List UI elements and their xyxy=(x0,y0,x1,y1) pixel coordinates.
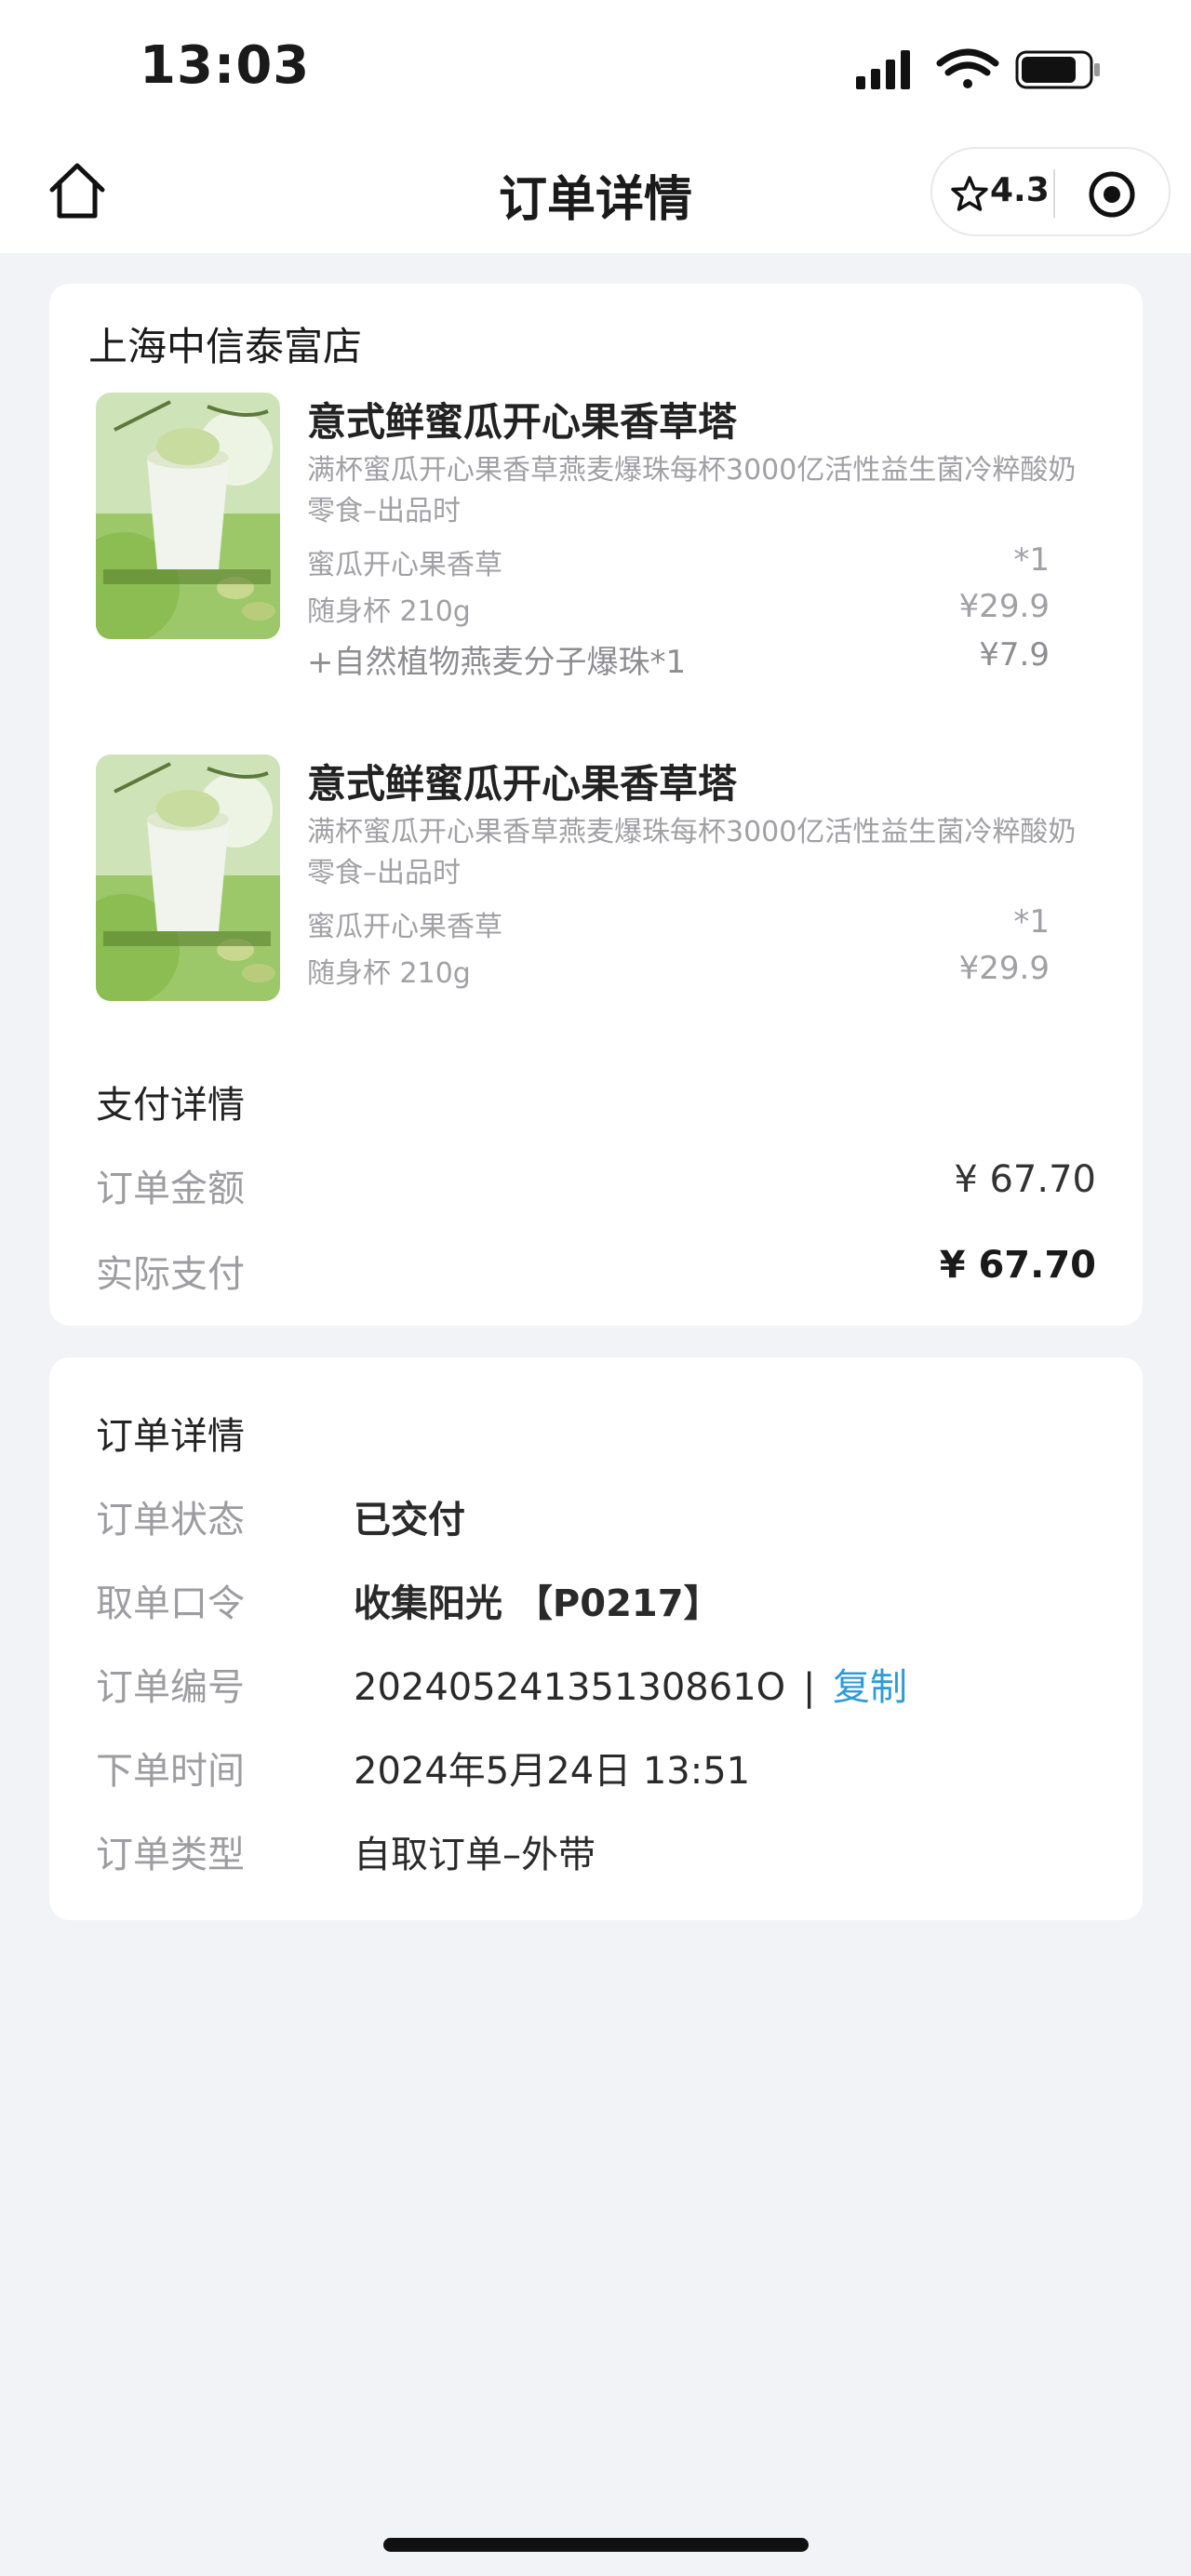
cellular-signal-icon xyxy=(856,50,910,89)
order-items-card: 上海中信泰富店 意式鲜蜜瓜开心果香草塔 满杯蜜瓜开心果香草燕麦爆珠每杯3000亿… xyxy=(49,284,1143,1326)
item-name: 意式鲜蜜瓜开心果香草塔 xyxy=(307,399,738,445)
capsule-divider xyxy=(1053,169,1055,218)
order-details-card: 订单详情 订单状态 已交付 取单口令 收集阳光 【P0217】 订单编号 202… xyxy=(49,1357,1143,1920)
order-details-title: 订单详情 xyxy=(96,1415,245,1458)
item-cup-row: 随身杯 210g ¥29.9 xyxy=(307,950,1050,991)
order-time-value: 2024年5月24日 13:51 xyxy=(354,1750,751,1793)
rating-value[interactable]: 4.3 xyxy=(990,171,1050,209)
order-status-value: 已交付 xyxy=(354,1499,465,1542)
battery-icon xyxy=(1015,50,1100,89)
top-bar: 13:03 订单详情 4.3 xyxy=(0,0,1191,253)
item-quantity: *1 xyxy=(1013,541,1050,579)
item-description: 满杯蜜瓜开心果香草燕麦爆珠每杯3000亿活性益生菌冷粹酸奶零食–出品时 xyxy=(307,816,1077,889)
order-type-label: 订单类型 xyxy=(96,1834,245,1876)
order-amount-value: ¥ 67.70 xyxy=(954,1158,1096,1201)
item-addon: +自然植物燕麦分子爆珠*1 xyxy=(307,644,687,681)
pickup-code-label: 取单口令 xyxy=(96,1582,245,1625)
status-icons xyxy=(856,48,1100,89)
item-price: ¥29.9 xyxy=(958,588,1050,625)
item-flavor: 蜜瓜开心果香草 xyxy=(307,911,502,943)
item-quantity: *1 xyxy=(1013,903,1050,941)
item-addon-row: +自然植物燕麦分子爆珠*1 ¥7.9 xyxy=(307,636,1050,682)
item-addon-price: ¥7.9 xyxy=(979,636,1050,674)
order-number-group: 20240524135130861O | 复制 xyxy=(354,1657,907,1711)
close-mini-program-icon[interactable] xyxy=(1087,169,1137,220)
star-icon[interactable] xyxy=(951,175,988,212)
copy-button[interactable]: 复制 xyxy=(833,1666,907,1709)
item-name: 意式鲜蜜瓜开心果香草塔 xyxy=(307,761,738,807)
order-type-value: 自取订单–外带 xyxy=(354,1834,596,1876)
store-name: 上海中信泰富店 xyxy=(88,324,363,369)
product-image xyxy=(96,754,280,1001)
status-time: 13:03 xyxy=(140,35,311,96)
order-amount-label: 订单金额 xyxy=(96,1168,245,1210)
actual-paid-row: 实际支付 ¥ 67.70 xyxy=(96,1244,1096,1298)
item-description: 满杯蜜瓜开心果香草燕麦爆珠每杯3000亿活性益生菌冷粹酸奶零食–出品时 xyxy=(307,454,1077,527)
item-cup: 随身杯 210g xyxy=(307,595,471,628)
order-time-label: 下单时间 xyxy=(96,1750,245,1793)
actual-paid-label: 实际支付 xyxy=(96,1253,245,1296)
order-number-label: 订单编号 xyxy=(96,1666,245,1709)
list-item[interactable]: 意式鲜蜜瓜开心果香草塔 满杯蜜瓜开心果香草燕麦爆珠每杯3000亿活性益生菌冷粹酸… xyxy=(49,393,1143,681)
item-cup: 随身杯 210g xyxy=(307,957,471,990)
item-flavor: 蜜瓜开心果香草 xyxy=(307,549,502,581)
payment-section-title: 支付详情 xyxy=(96,1084,245,1127)
item-price: ¥29.9 xyxy=(958,950,1050,987)
order-status-label: 订单状态 xyxy=(96,1499,245,1542)
order-amount-row: 订单金额 ¥ 67.70 xyxy=(96,1158,1096,1212)
home-indicator[interactable] xyxy=(383,2538,809,2552)
pickup-code-value: 收集阳光 【P0217】 xyxy=(354,1582,721,1625)
item-cup-row: 随身杯 210g ¥29.9 xyxy=(307,588,1050,629)
copy-separator: | xyxy=(802,1666,816,1709)
wifi-icon xyxy=(936,48,999,88)
item-flavor-row: 蜜瓜开心果香草 *1 xyxy=(307,903,1050,944)
actual-paid-value: ¥ 67.70 xyxy=(939,1244,1096,1287)
menu-capsule: 4.3 xyxy=(930,147,1171,236)
item-flavor-row: 蜜瓜开心果香草 *1 xyxy=(307,541,1050,582)
order-number-value: 20240524135130861O xyxy=(354,1666,786,1709)
product-image xyxy=(96,393,280,639)
list-item[interactable]: 意式鲜蜜瓜开心果香草塔 满杯蜜瓜开心果香草燕麦爆珠每杯3000亿活性益生菌冷粹酸… xyxy=(49,754,1143,1034)
